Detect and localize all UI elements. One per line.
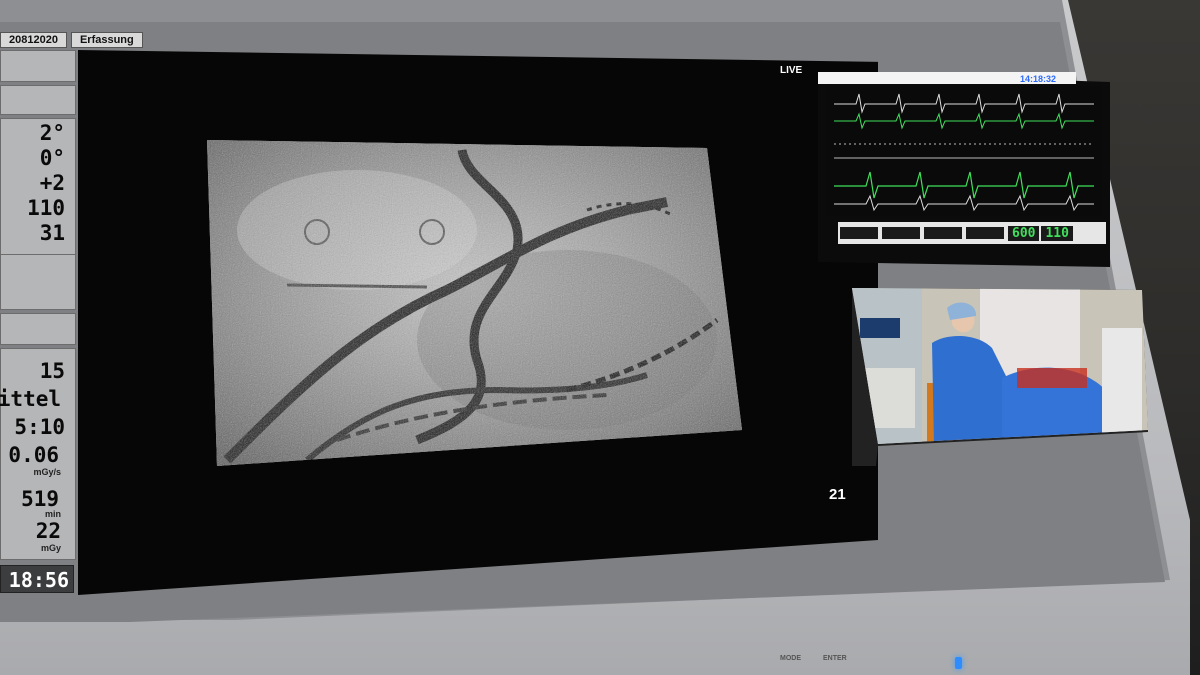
ecg-value-1: 600 <box>1008 225 1040 241</box>
ecg-value-1-text: 600 <box>1012 225 1036 241</box>
room-camera-feed <box>852 288 1148 444</box>
panel-blank-4 <box>0 313 76 345</box>
tab-erfassung[interactable]: Erfassung <box>70 32 143 48</box>
ecg-traces <box>826 86 1102 216</box>
room-camera-image <box>852 288 1148 444</box>
ecg-waveform <box>826 86 1102 216</box>
dose-value: 22 <box>35 519 61 543</box>
dose-box: 15 Mittel 5:10 0.06 mGy/s 519 min 22 mGy <box>0 348 76 560</box>
offset-value: +2 <box>39 171 65 195</box>
xray-catheters-image <box>207 140 742 466</box>
acquisition-parameters-panel: 2° 0° +2 110 31 15 Mittel 5:10 0.06 mGy/… <box>0 50 76 590</box>
live-indicator: LIVE <box>780 65 803 76</box>
ecg-tab-3[interactable] <box>924 227 962 239</box>
frames-value: 15 <box>39 359 65 383</box>
ecg-value-2-text: 110 <box>1045 225 1069 241</box>
ecg-tab-2[interactable] <box>882 227 920 239</box>
monitor-enter-button[interactable]: ENTER <box>823 655 847 662</box>
panel-blank-1 <box>0 50 76 82</box>
panel-blank-2 <box>0 85 76 115</box>
angle-1-value: 2° <box>39 121 65 145</box>
angle-2-value: 0° <box>39 146 65 170</box>
kv-value: 110 <box>27 196 65 220</box>
ecg-value-2: 110 <box>1041 225 1073 241</box>
monitor-buttons: MODE ENTER <box>780 655 847 662</box>
dose-rate-value: 0.06 <box>8 443 59 467</box>
fluoro-minutes-value: 519 <box>21 487 59 511</box>
panel-blank-3 <box>0 254 76 310</box>
monitor-mode-button[interactable]: MODE <box>780 655 801 662</box>
ecg-tab-4[interactable] <box>966 227 1004 239</box>
tab-bar: 20812020 Erfassung <box>0 32 147 48</box>
dose-unit: mGy <box>40 543 61 553</box>
frame-counter: 21 <box>829 486 846 503</box>
mode-value: Mittel <box>0 387 61 411</box>
tab-patient-id[interactable]: 20812020 <box>0 32 67 48</box>
power-led-icon[interactable] <box>955 657 962 669</box>
fluoro-minutes-unit: min <box>44 509 61 519</box>
xray-image <box>207 140 742 466</box>
fluoro-time-value: 5:10 <box>14 415 65 439</box>
ecg-clock: 14:18:32 <box>1020 74 1057 84</box>
ecg-tab-1[interactable] <box>840 227 878 239</box>
session-clock: 18:56 <box>0 565 74 593</box>
ecg-footer: 600 110 <box>838 222 1106 244</box>
ma-value: 31 <box>39 221 65 245</box>
dose-rate-unit: mGy/s <box>33 467 61 477</box>
